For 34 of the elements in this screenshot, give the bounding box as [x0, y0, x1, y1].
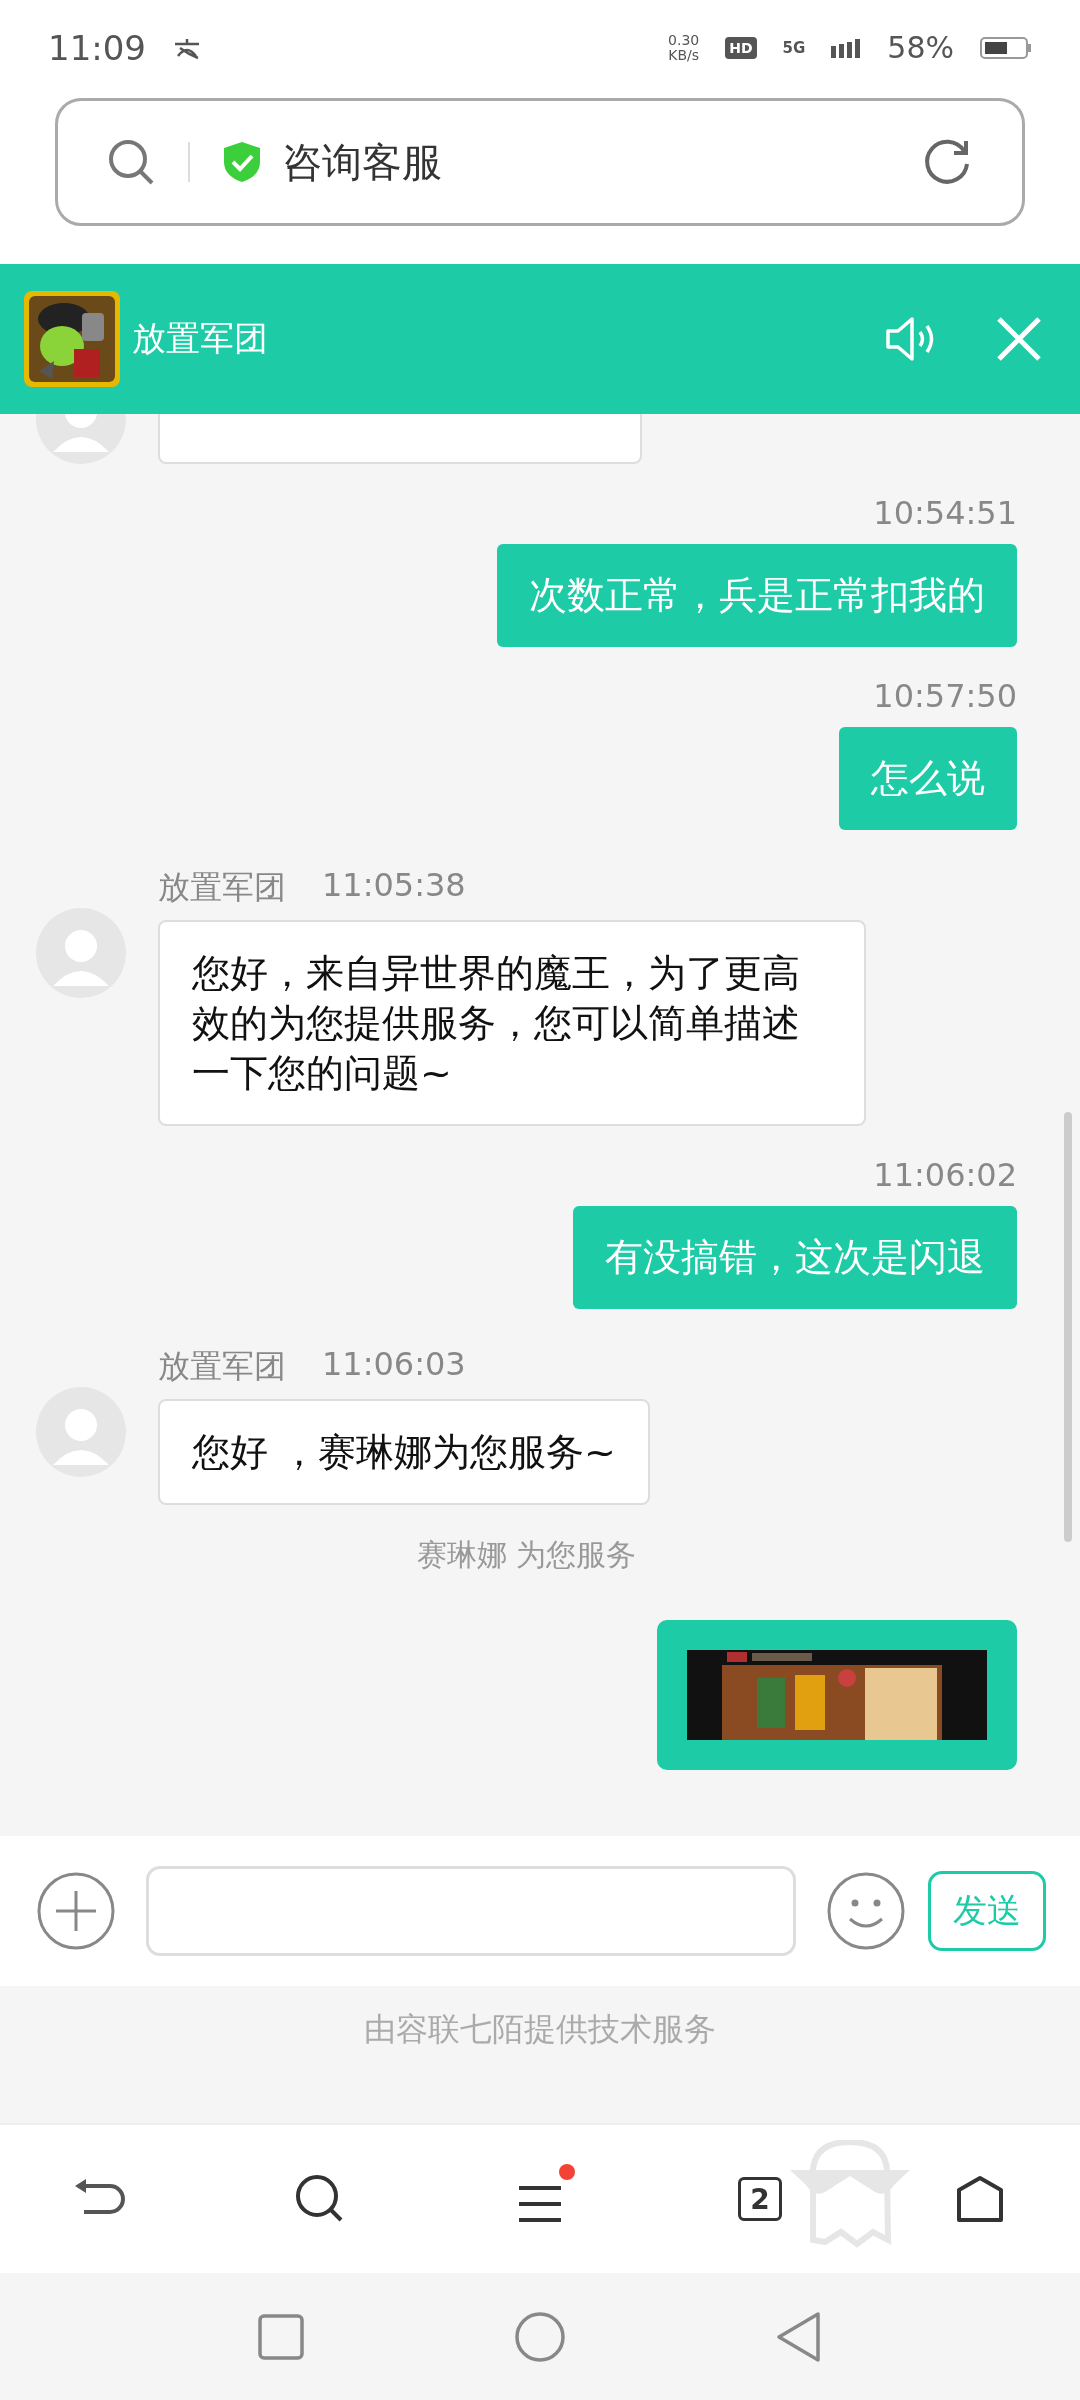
add-icon[interactable]: [36, 1871, 116, 1951]
battery-percent: 58%: [887, 30, 954, 65]
address-bar[interactable]: 咨询客服: [55, 98, 1025, 226]
powered-by-text: 由容联七陌提供技术服务: [364, 2009, 716, 2048]
message-bubble: 您好，来自异世界的魔王，为了更高效的为您提供服务，您可以简单描述一下您的问题~: [158, 920, 866, 1126]
sender-name: 放置军团: [158, 867, 286, 908]
close-icon[interactable]: [996, 316, 1042, 362]
message-bubble: 怎么说: [839, 727, 1017, 830]
system-notice: 赛琳娜 为您服务: [416, 1537, 637, 1572]
back-icon[interactable]: [776, 2310, 822, 2363]
battery-icon: [980, 35, 1032, 60]
hd-badge: HD: [725, 36, 757, 59]
recents-icon[interactable]: [258, 2313, 304, 2360]
scrollbar[interactable]: [1064, 1112, 1072, 1542]
message-bubble: 您好 ，赛琳娜为您服务~: [158, 1399, 650, 1505]
message-time: 11:06:02: [873, 1156, 1017, 1194]
network-speed: 0.30 KB/s: [668, 32, 700, 63]
shield-icon: [222, 140, 262, 184]
clock: 11:09: [48, 27, 146, 68]
page-title: 咨询客服: [282, 137, 443, 187]
message-bubble: 有没搞错，这次是闪退: [573, 1206, 1017, 1309]
signal-icon: [831, 37, 862, 58]
tabs-button[interactable]: 2: [738, 2177, 782, 2221]
message-input[interactable]: [146, 1866, 796, 1956]
message-time: 11:06:03: [322, 1345, 466, 1385]
chat-title: 放置军团: [132, 317, 269, 360]
message-time: 10:54:51: [873, 494, 1017, 532]
sender-name: 放置军团: [158, 1346, 286, 1387]
message-bubble: 次数正常，兵是正常扣我的: [497, 544, 1017, 647]
message-time: 11:05:38: [322, 866, 466, 906]
refresh-icon[interactable]: [922, 137, 972, 187]
message-time: 10:57:50: [873, 677, 1017, 715]
network-type: 5G: [782, 38, 806, 57]
emoji-icon[interactable]: [826, 1871, 906, 1951]
